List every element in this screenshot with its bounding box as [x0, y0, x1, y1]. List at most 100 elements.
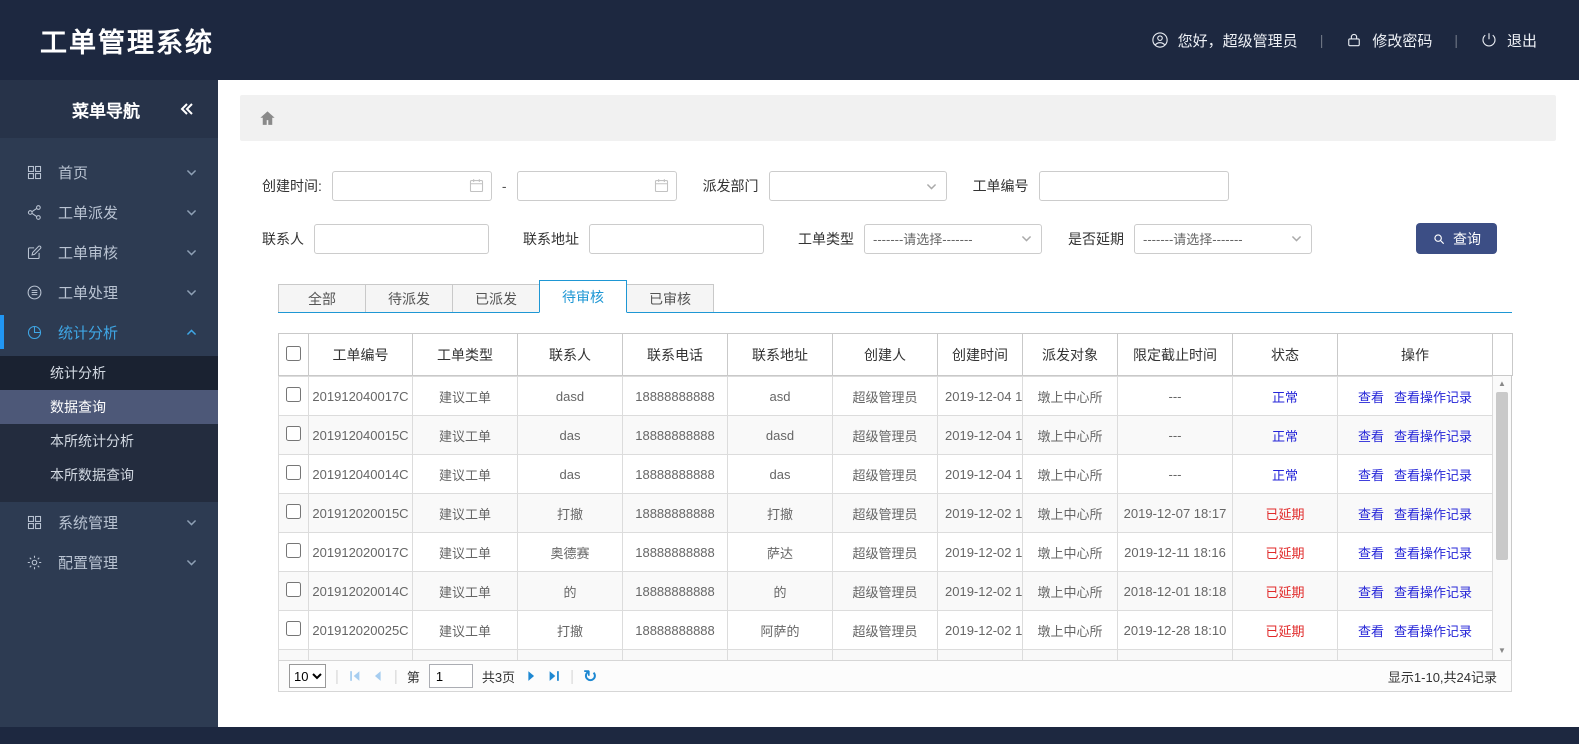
refresh-icon[interactable]: ↻ — [583, 668, 597, 685]
view-link[interactable]: 查看 — [1358, 585, 1384, 600]
sidebar-item-dispatch[interactable]: 工单派发 — [0, 192, 218, 232]
collapse-sidebar-icon[interactable] — [178, 100, 196, 118]
page-size-select[interactable]: 10 — [289, 664, 326, 688]
delay-value: -------请选择------- — [1143, 232, 1243, 247]
tab-to-dispatch[interactable]: 待派发 — [365, 284, 453, 312]
submenu-item-data-query[interactable]: 数据查询 — [0, 390, 218, 424]
view-log-link[interactable]: 查看操作记录 — [1394, 390, 1472, 405]
status-tabs: 全部 待派发 已派发 待审核 已审核 — [278, 280, 1512, 313]
table-body: 201912040017C 建议工单 dasd 18888888888 asd … — [278, 376, 1512, 660]
calendar-icon[interactable] — [653, 177, 670, 194]
tab-dispatched[interactable]: 已派发 — [452, 284, 540, 312]
view-log-link[interactable]: 查看操作记录 — [1394, 507, 1472, 522]
user-greeting[interactable]: 您好，超级管理员 — [1151, 30, 1298, 51]
first-page-icon[interactable] — [348, 669, 362, 683]
status-text: 已延期 — [1265, 623, 1305, 639]
chevron-down-icon — [926, 183, 936, 190]
divider: | — [1319, 32, 1324, 48]
next-page-icon[interactable] — [524, 669, 538, 683]
view-link[interactable]: 查看 — [1358, 390, 1384, 405]
sidebar-item-home[interactable]: 首页 — [0, 152, 218, 192]
row-checkbox[interactable] — [286, 543, 301, 558]
contact-label: 联系人 — [262, 230, 304, 247]
tab-to-review[interactable]: 待审核 — [539, 280, 627, 313]
sidebar-item-label: 配置管理 — [58, 554, 119, 572]
prev-page-icon[interactable] — [371, 669, 385, 683]
status-text: 正常 — [1271, 389, 1298, 405]
cell-creator: 超级管理员 — [832, 532, 938, 572]
row-checkbox[interactable] — [286, 621, 301, 636]
sidebar-title: 菜单导航 — [72, 101, 140, 121]
order-no-input[interactable] — [1038, 171, 1229, 201]
sidebar-item-config[interactable]: 配置管理 — [0, 542, 218, 582]
view-log-link[interactable]: 查看操作记录 — [1394, 624, 1472, 639]
home-icon[interactable] — [258, 109, 277, 128]
chevron-down-icon — [186, 249, 197, 256]
divider: | — [1454, 32, 1458, 48]
row-select-cell — [278, 376, 309, 416]
search-button-label: 查询 — [1453, 230, 1481, 247]
sidebar-item-statistics[interactable]: 统计分析 — [0, 312, 218, 352]
scroll-up-icon[interactable]: ▲ — [1493, 376, 1511, 391]
chevron-down-icon — [1021, 235, 1032, 242]
col-created: 创建时间 — [937, 333, 1023, 376]
row-checkbox[interactable] — [286, 387, 301, 402]
cell-contact: 打撤 — [517, 493, 623, 533]
sidebar-item-review[interactable]: 工单审核 — [0, 232, 218, 272]
cell-phone: 18888888888 — [622, 376, 728, 416]
cell-target: 墩上中心所 — [1022, 532, 1118, 572]
order-no-label: 工单编号 — [972, 178, 1029, 194]
calendar-icon[interactable] — [468, 177, 485, 194]
scroll-down-icon[interactable]: ▼ — [1493, 643, 1511, 658]
cell-phone: 18888888888 — [622, 493, 728, 533]
page-number-input[interactable] — [428, 664, 473, 688]
cell-phone: 18888888888 — [622, 454, 728, 494]
range-separator: - — [501, 178, 507, 194]
tab-reviewed[interactable]: 已审核 — [626, 284, 714, 312]
row-checkbox[interactable] — [286, 426, 301, 441]
submenu-item-office-data-query[interactable]: 本所数据查询 — [0, 458, 218, 492]
cell-phone: 18888888888 — [622, 532, 728, 572]
cell-order-no: 201912040015C — [308, 415, 413, 455]
cell-deadline: --- — [1117, 415, 1233, 455]
cell-actions: 查看 查看操作记录 — [1337, 376, 1493, 416]
view-link[interactable]: 查看 — [1358, 429, 1384, 444]
search-button[interactable]: 查询 — [1416, 223, 1497, 254]
order-type-select[interactable]: -------请选择------- — [864, 223, 1042, 254]
row-checkbox[interactable] — [286, 582, 301, 597]
cell-created: 2019-12-04 15 — [937, 376, 1023, 416]
submenu-item-statistics[interactable]: 统计分析 — [0, 356, 218, 390]
view-link[interactable]: 查看 — [1358, 624, 1384, 639]
sidebar-item-system[interactable]: 系统管理 — [0, 502, 218, 542]
vertical-scrollbar[interactable]: ▲ ▼ — [1492, 376, 1512, 660]
work-order-table: 工单编号 工单类型 联系人 联系电话 联系地址 创建人 创建时间 派发对象 限定… — [278, 333, 1513, 660]
view-log-link[interactable]: 查看操作记录 — [1394, 585, 1472, 600]
view-log-link[interactable]: 查看操作记录 — [1394, 429, 1472, 444]
contact-input[interactable] — [314, 223, 489, 254]
gear-icon — [27, 555, 42, 569]
row-checkbox[interactable] — [286, 504, 301, 519]
view-link[interactable]: 查看 — [1358, 546, 1384, 561]
view-link[interactable]: 查看 — [1358, 507, 1384, 522]
view-link[interactable]: 查看 — [1358, 468, 1384, 483]
tab-all[interactable]: 全部 — [278, 284, 366, 312]
cell-contact: 打撤 — [517, 610, 623, 650]
last-page-icon[interactable] — [547, 669, 561, 683]
address-input[interactable] — [589, 223, 764, 254]
view-log-link[interactable]: 查看操作记录 — [1394, 546, 1472, 561]
scrollbar-thumb[interactable] — [1496, 392, 1508, 560]
cell-target: 墩上中心所 — [1022, 493, 1118, 533]
row-checkbox[interactable] — [286, 465, 301, 480]
logout-button[interactable]: 退出 — [1480, 30, 1537, 51]
submenu-item-office-statistics[interactable]: 本所统计分析 — [0, 424, 218, 458]
cell-status: 已延期 — [1232, 493, 1338, 533]
select-all-checkbox[interactable] — [286, 345, 301, 361]
divider: | — [393, 667, 398, 685]
sidebar-item-process[interactable]: 工单处理 — [0, 272, 218, 312]
change-password-button[interactable]: 修改密码 — [1345, 30, 1432, 51]
cell-address: 打撤 — [727, 493, 833, 533]
col-address: 联系地址 — [727, 333, 833, 376]
dispatch-dept-select[interactable] — [768, 171, 947, 201]
delay-select[interactable]: -------请选择------- — [1134, 223, 1312, 254]
view-log-link[interactable]: 查看操作记录 — [1394, 468, 1472, 483]
